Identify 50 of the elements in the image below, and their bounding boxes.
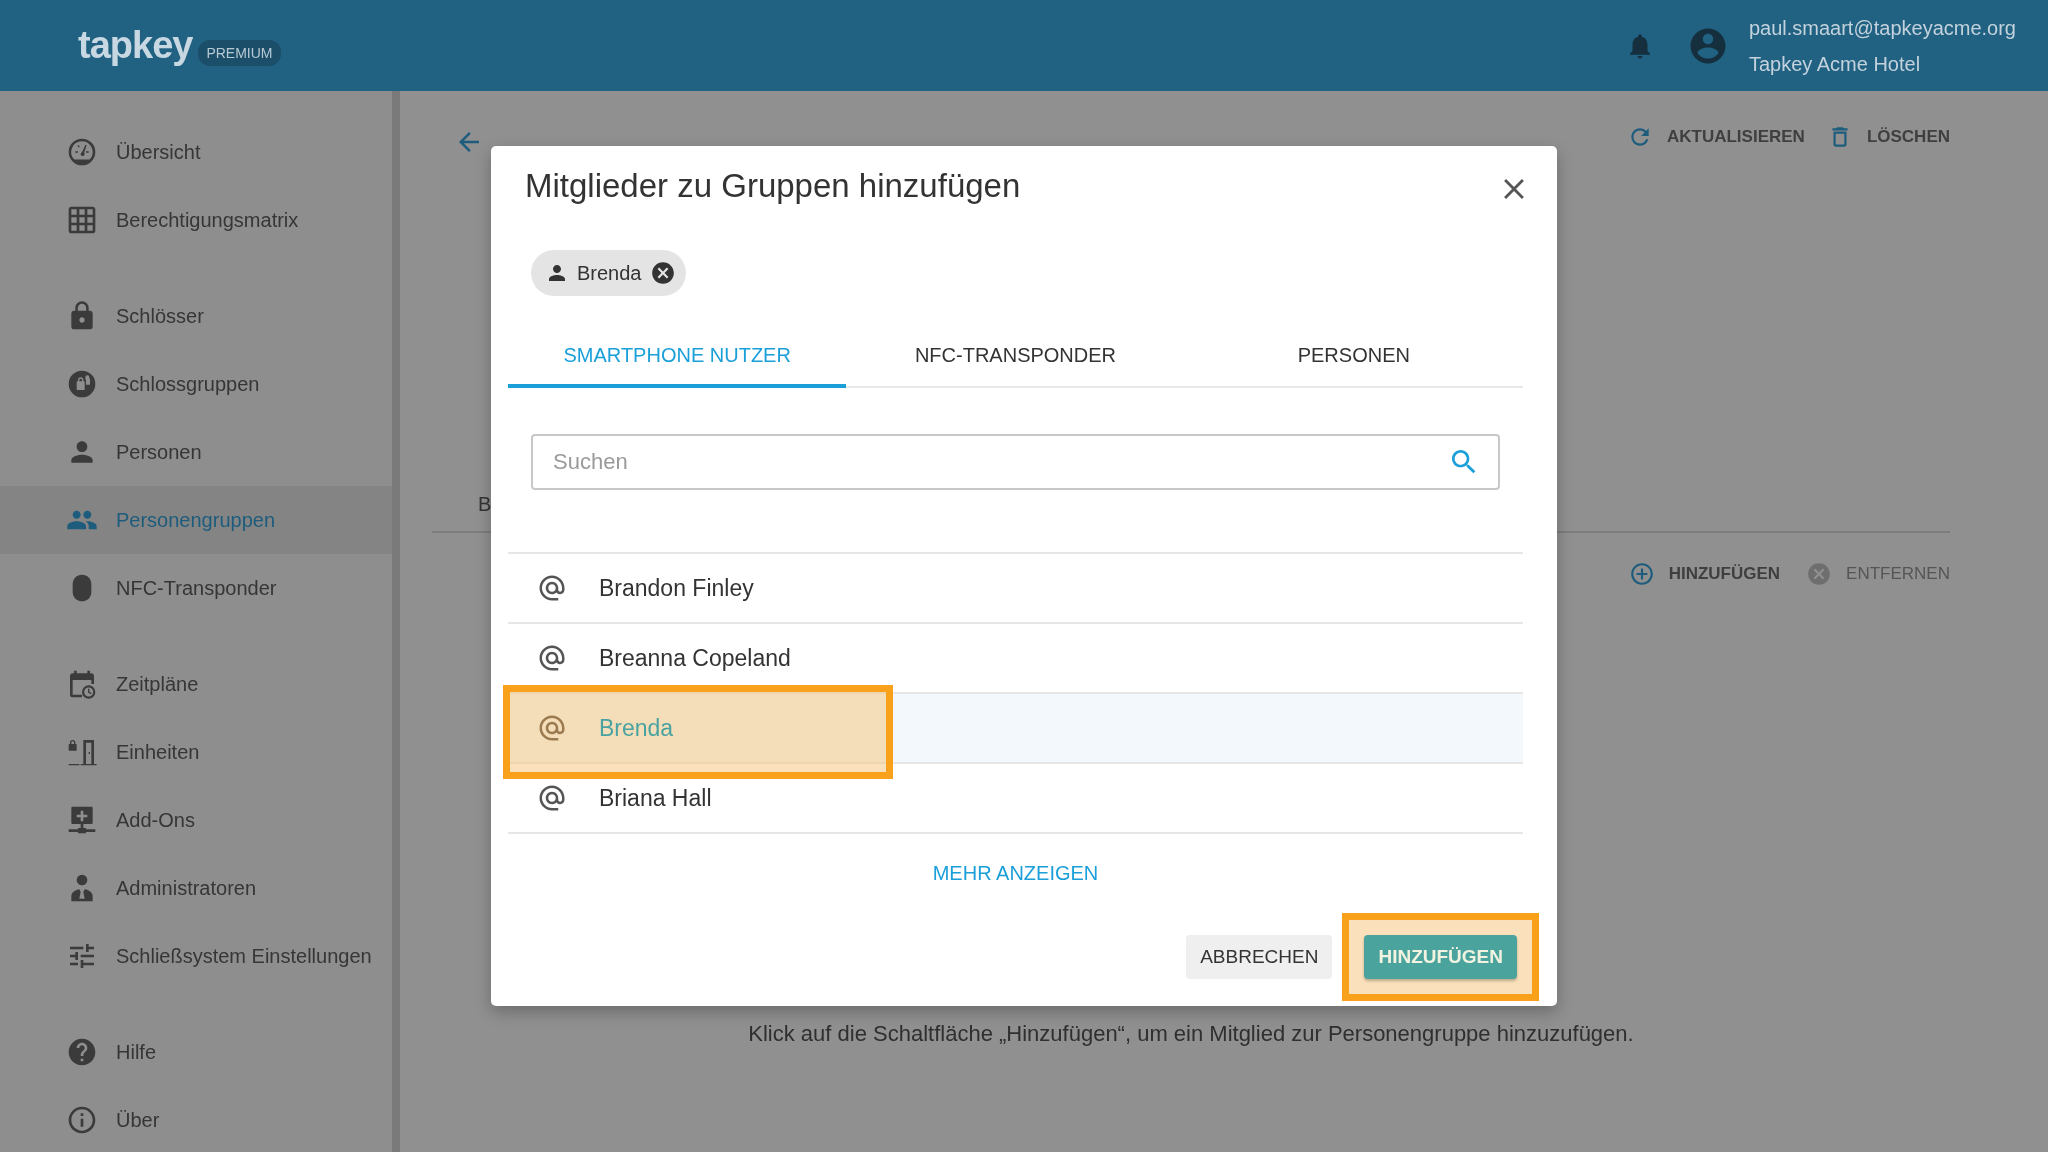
user-email: paul.smaart@tapkeyacme.org <box>1748 15 2016 41</box>
sidebar-item[interactable]: Einheiten <box>0 718 392 786</box>
app-logo: tapkey <box>78 24 193 67</box>
search-field[interactable]: Suchen <box>531 434 1500 490</box>
user-name: Briana Hall <box>599 784 712 812</box>
at-sign-icon <box>537 713 567 743</box>
dialog-button[interactable]: ABBRECHEN <box>1186 935 1333 979</box>
user-list-item[interactable]: Brandon Finley <box>508 554 1523 624</box>
add-box-icon <box>66 804 98 836</box>
at-sign-icon <box>537 643 567 673</box>
show-more-link[interactable]: MEHR ANZEIGEN <box>932 862 1099 885</box>
user-list-item[interactable]: Briana Hall <box>508 764 1523 834</box>
dialog-tab[interactable]: SMARTPHONE NUTZER <box>508 326 847 388</box>
plan-badge: PREMIUM <box>198 39 281 66</box>
sidebar-item[interactable]: NFC-Transponder <box>0 554 392 622</box>
remove-icon[interactable] <box>649 260 676 286</box>
toolbar-action[interactable]: AKTUALISIEREN <box>1626 124 1805 150</box>
member-action[interactable]: HINZUFÜGEN <box>1628 561 1781 587</box>
tab-label[interactable]: B <box>478 492 492 516</box>
user-name: Breanna Copeland <box>599 644 791 672</box>
info-icon <box>66 1104 98 1136</box>
lock-group-icon <box>66 368 98 400</box>
sidebar-item[interactable]: Schlösser <box>0 282 392 350</box>
dialog-title: Mitglieder zu Gruppen hinzufügen <box>525 167 1021 205</box>
dialog-tab[interactable]: NFC-TRANSPONDER <box>846 326 1185 388</box>
user-name: Brenda <box>599 714 674 742</box>
sidebar-item[interactable]: Schließsystem Einstellungen <box>0 922 392 990</box>
at-sign-icon <box>537 783 567 813</box>
sidebar-item[interactable]: Berechtigungsmatrix <box>0 186 392 254</box>
user-name: Brandon Finley <box>599 574 754 602</box>
sidebar-item[interactable]: Übersicht <box>0 118 392 186</box>
at-sign-icon <box>537 573 567 603</box>
grid-icon <box>66 204 98 236</box>
sidebar-item[interactable]: Personen <box>0 418 392 486</box>
sidebar-item[interactable]: Über <box>0 1086 392 1152</box>
sidebar-item[interactable]: Zeitpläne <box>0 650 392 718</box>
user-list-item[interactable]: Brenda <box>508 694 1523 764</box>
sidebar-item[interactable]: Schlossgruppen <box>0 350 392 418</box>
sidebar-item[interactable]: Personengruppen <box>0 486 392 554</box>
sidebar-item[interactable]: Hilfe <box>0 1018 392 1086</box>
toolbar-action[interactable]: LÖSCHEN <box>1826 124 1950 150</box>
empty-hint: Klick auf die Schaltfläche „Hinzufügen“, um ein Mitglied zur Personengruppe hinzuzufügen. <box>747 1021 1635 1047</box>
chip-label: Brenda <box>577 261 642 285</box>
help-icon <box>66 1036 98 1068</box>
sidebar-item[interactable]: Add-Ons <box>0 786 392 854</box>
gauge-icon <box>66 136 98 168</box>
organization-name: Tapkey Acme Hotel <box>1748 51 1922 77</box>
sidebar-item[interactable]: Administratoren <box>0 854 392 922</box>
dialog-tab[interactable]: PERSONEN <box>1184 326 1523 388</box>
dialog-button[interactable]: HINZUFÜGEN <box>1364 935 1517 979</box>
